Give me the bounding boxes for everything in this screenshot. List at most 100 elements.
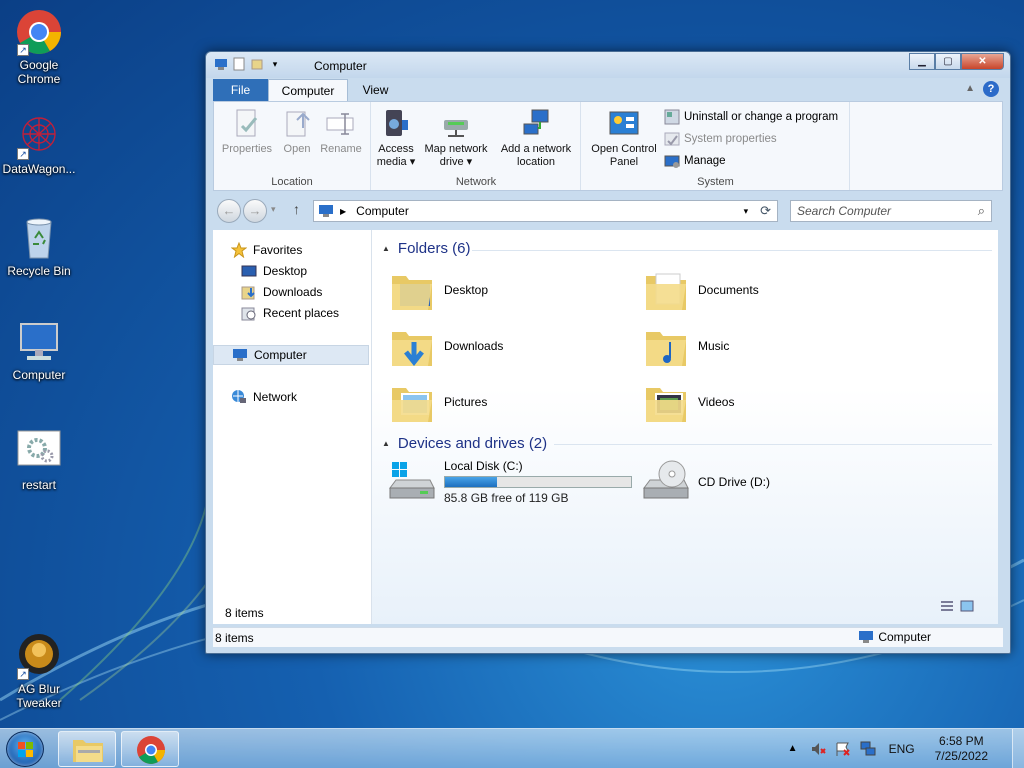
network-drive-icon [440, 108, 472, 140]
properties-button[interactable]: Properties [219, 106, 275, 156]
desktop-icon-recycle-bin[interactable]: Recycle Bin [0, 214, 78, 278]
start-button[interactable] [6, 731, 44, 767]
desktop-icon-restart[interactable]: restart [0, 428, 78, 492]
nav-item-downloads[interactable]: Downloads [241, 282, 322, 302]
address-dropdown-icon[interactable]: ▾ [744, 206, 749, 217]
group-divider [554, 444, 992, 445]
new-folder-qat-icon[interactable] [250, 57, 264, 71]
large-icons-view-icon[interactable] [960, 600, 974, 612]
videos-folder-icon [642, 378, 690, 426]
show-hidden-icons-icon[interactable]: ▲ [785, 741, 801, 757]
status-left: 8 items [215, 631, 254, 645]
network-location-icon [520, 108, 552, 140]
volume-muted-icon[interactable] [810, 741, 826, 757]
folder-tile-documents[interactable]: Documents [642, 264, 892, 316]
ribbon-group-label: Network [455, 176, 497, 188]
desktop-icon-label: DataWagon... [2, 162, 76, 176]
collapse-triangle-icon[interactable]: ▲ [382, 244, 390, 253]
refresh-icon[interactable]: ⟳ [760, 203, 771, 219]
maximize-button[interactable]: ▢ [935, 53, 961, 70]
drive-usage-fill [445, 477, 498, 487]
access-media-button[interactable]: Access media ▾ [376, 106, 416, 169]
show-desktop-button[interactable] [1012, 729, 1024, 768]
address-bar[interactable]: ▶ Computer ▾ ⟳ [313, 200, 778, 222]
music-folder-icon [642, 322, 690, 370]
shortcut-arrow-icon: ↗ [17, 148, 29, 160]
window-title: Computer [314, 59, 367, 73]
drive-tile-d[interactable]: CD Drive (D:) [642, 456, 892, 508]
minimize-button[interactable]: ▁ [909, 53, 935, 70]
computer-small-icon [232, 347, 248, 363]
control-panel-icon [608, 108, 640, 140]
folders-group-header[interactable]: ▲ Folders (6) [382, 240, 470, 257]
close-button[interactable]: ✕ [961, 53, 1004, 70]
desktop-icon-datawagon[interactable]: ↗ DataWagon... [0, 112, 78, 176]
tab-view[interactable]: View [353, 79, 398, 101]
nav-item-desktop[interactable]: Desktop [241, 261, 307, 281]
tab-file[interactable]: File [213, 79, 268, 101]
breadcrumb-computer[interactable]: Computer [356, 204, 409, 218]
desktop-icon-chrome[interactable]: ↗ Google Chrome [0, 8, 78, 86]
taskbar: ▲ ENG 6:58 PM 7/25/2022 [0, 728, 1024, 768]
open-control-panel-button[interactable]: Open Control Panel [586, 106, 662, 169]
taskbar-chrome-button[interactable] [121, 731, 179, 767]
ribbon-tabs: File Computer View ▲ ? [213, 78, 1003, 101]
ribbon-group-label: System [697, 176, 734, 188]
recent-locations-dropdown-icon[interactable]: ▾ [271, 204, 276, 215]
add-network-location-button[interactable]: Add a network location [496, 106, 576, 169]
folder-tile-desktop[interactable]: Desktop [388, 264, 638, 316]
devices-group-header[interactable]: ▲ Devices and drives (2) [382, 435, 547, 452]
windows-logo-icon [18, 742, 33, 757]
explorer-window[interactable]: ▾ Computer ▁ ▢ ✕ File Computer View ▲ ? … [205, 51, 1011, 654]
system-properties-button[interactable]: System properties [664, 130, 777, 148]
action-center-flag-icon[interactable] [835, 741, 851, 757]
map-network-drive-button[interactable]: Map network drive ▾ [420, 106, 492, 169]
open-button[interactable]: Open [280, 106, 314, 156]
nav-item-favorites[interactable]: Favorites [230, 240, 302, 260]
nav-item-computer[interactable]: Computer [213, 345, 369, 365]
folder-tile-videos[interactable]: Videos [642, 376, 892, 428]
details-view-icon[interactable] [940, 600, 954, 612]
desktop-icon-label: Computer [12, 368, 66, 382]
desktop-icon-ag-blur-tweaker[interactable]: ↗ AG Blur Tweaker [0, 632, 78, 710]
up-arrow-icon[interactable]: ↑ [293, 201, 300, 217]
drive-tile-c[interactable]: Local Disk (C:) 85.8 GB free of 119 GB [388, 456, 648, 508]
collapse-triangle-icon[interactable]: ▲ [382, 439, 390, 448]
ribbon-collapse-icon[interactable]: ▲ [965, 83, 975, 94]
clock[interactable]: 6:58 PM 7/25/2022 [935, 734, 988, 764]
language-indicator[interactable]: ENG [889, 742, 915, 756]
programs-icon [664, 109, 680, 125]
ribbon-group-system: Open Control Panel Uninstall or change a… [582, 102, 850, 190]
uninstall-program-button[interactable]: Uninstall or change a program [664, 108, 838, 126]
nav-item-network[interactable]: Network [231, 387, 297, 407]
chrome-icon [137, 736, 165, 764]
desktop-icon-computer[interactable]: Computer [0, 318, 78, 382]
navigation-pane: Favorites Desktop Downloads Recent place… [213, 230, 371, 624]
recycle-bin-icon [15, 214, 63, 262]
manage-button[interactable]: Manage [664, 152, 726, 170]
computer-small-icon [318, 204, 334, 218]
tab-computer[interactable]: Computer [268, 79, 348, 101]
rename-button[interactable]: Rename [318, 106, 364, 156]
desktop-icon-label: Recycle Bin [7, 264, 71, 278]
folder-tile-pictures[interactable]: Pictures [388, 376, 638, 428]
star-icon [230, 241, 248, 259]
folder-tile-downloads[interactable]: Downloads [388, 320, 638, 372]
network-tray-icon[interactable] [860, 741, 876, 757]
title-bar[interactable]: ▾ Computer ▁ ▢ ✕ [206, 52, 1010, 78]
qat-dropdown-icon[interactable]: ▾ [268, 57, 282, 71]
back-button[interactable]: ← [217, 199, 241, 223]
nav-item-recent-places[interactable]: Recent places [241, 303, 339, 323]
view-switcher [940, 600, 974, 612]
folder-tile-music[interactable]: Music [642, 320, 892, 372]
status-bar: 8 items Computer [213, 627, 1003, 647]
recent-places-icon [241, 305, 257, 321]
forward-button[interactable]: → [243, 199, 267, 223]
breadcrumb-separator-icon[interactable]: ▶ [340, 207, 346, 216]
taskbar-explorer-button[interactable] [58, 731, 116, 767]
search-input[interactable]: Search Computer ⌕ [790, 200, 992, 222]
help-button[interactable]: ? [983, 81, 999, 97]
search-icon: ⌕ [977, 203, 985, 218]
drive-usage-bar [444, 476, 632, 488]
properties-qat-icon[interactable] [232, 57, 246, 71]
